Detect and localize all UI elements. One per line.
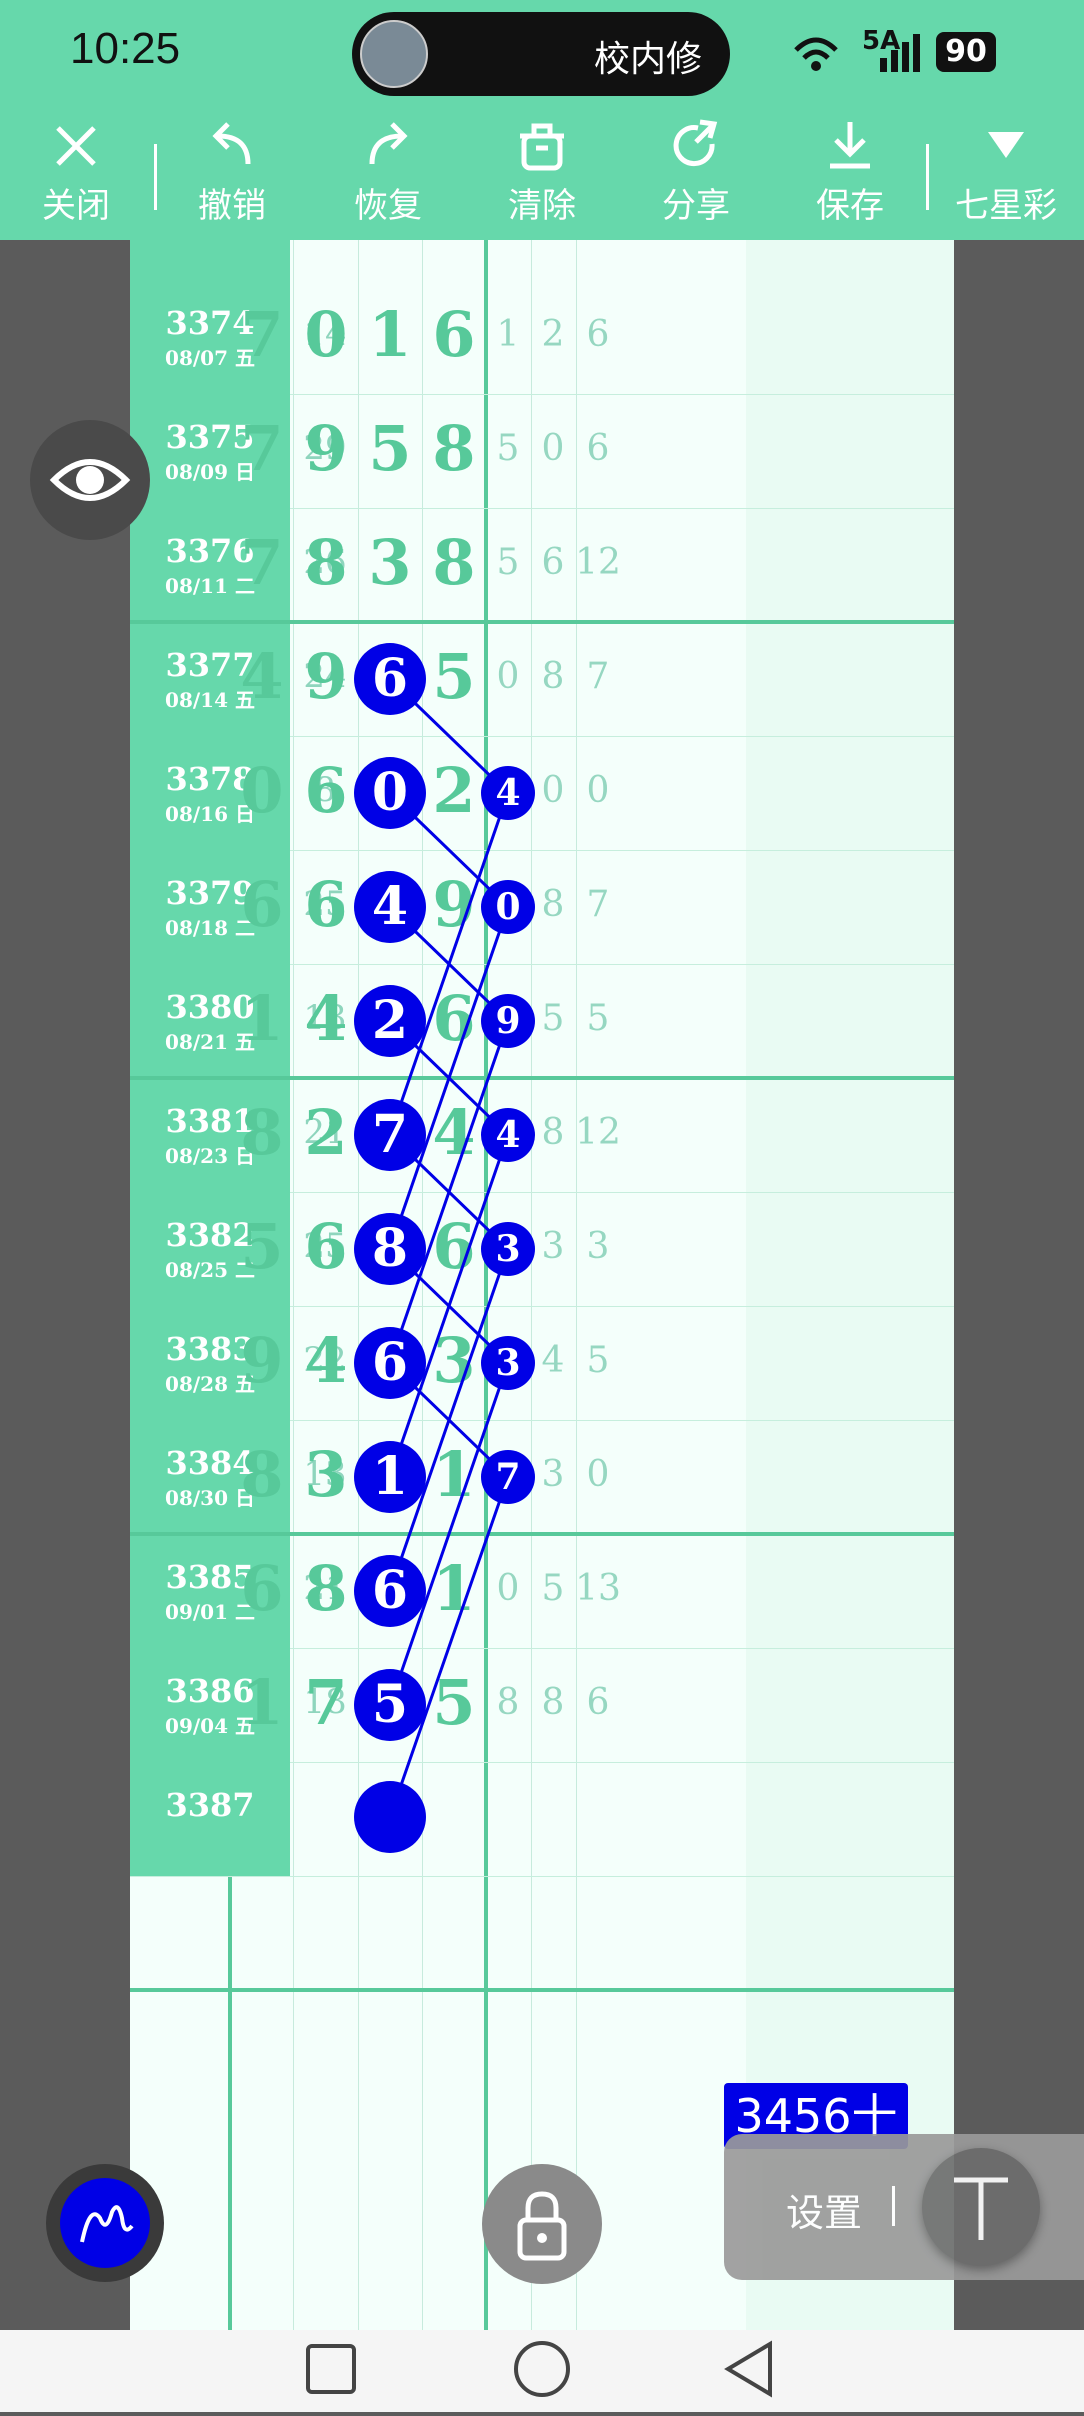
close-icon [56, 126, 96, 166]
trash-icon [520, 123, 564, 171]
triangle-down-icon [988, 132, 1024, 158]
settings-panel[interactable]: 设置 [724, 2134, 1084, 2280]
lottery-label: 七星彩 [955, 186, 1057, 226]
clock: 10:25 [70, 24, 181, 73]
visibility-toggle[interactable] [30, 420, 150, 540]
marker-ball-small[interactable]: 0 [481, 880, 535, 934]
connector-line [388, 1476, 510, 1818]
undo-label: 撤销 [198, 186, 266, 226]
marker-ball[interactable]: 6 [354, 643, 426, 715]
lock-button[interactable] [482, 2164, 602, 2284]
pen-tool-button[interactable] [46, 2164, 164, 2282]
redo-label: 恢复 [354, 186, 422, 226]
text-t-icon [954, 2177, 1008, 2240]
toolbar: 关闭 撤销 恢复 清除 分享 保存 七星彩 [0, 108, 1084, 240]
undo-button[interactable]: 撤销 [172, 118, 292, 238]
marker-ball[interactable]: 4 [354, 871, 426, 943]
marker-ball[interactable]: 6 [354, 1327, 426, 1399]
redo-icon [369, 122, 408, 165]
divider [892, 2186, 895, 2226]
marker-ball-small[interactable]: 9 [481, 994, 535, 1048]
save-label: 保存 [816, 186, 884, 226]
download-icon [830, 122, 870, 169]
clear-button[interactable]: 清除 [482, 118, 602, 238]
redo-button[interactable]: 恢复 [328, 118, 448, 238]
clear-label: 清除 [508, 186, 576, 226]
lottery-chart-sheet[interactable]: 3374 08/07 五 14 7 0 1 6 1 2 6 3375 08/09 日 29 7 9 5 8 5 0 6… [130, 240, 954, 2330]
marker-ball[interactable]: 1 [354, 1441, 426, 1513]
drawing-overlay[interactable] [130, 240, 954, 2330]
marker-ball[interactable]: 5 [354, 1669, 426, 1741]
marker-ball-small[interactable]: 7 [481, 1450, 535, 1504]
network-type: 5A [862, 26, 901, 56]
wifi-signal-icon [794, 34, 920, 72]
system-nav-bar [0, 2330, 1084, 2412]
connector-line [388, 1248, 510, 1592]
marker-ball[interactable]: 7 [354, 1099, 426, 1171]
connector-line [388, 906, 510, 1250]
lock-icon [517, 2191, 567, 2261]
connector-line [388, 1020, 510, 1364]
home-icon [514, 2341, 570, 2397]
marker-ball-small[interactable]: 3 [481, 1336, 535, 1390]
text-tool-button[interactable] [922, 2148, 1040, 2266]
recent-apps-icon [306, 2344, 356, 2394]
connector-line [388, 1134, 510, 1478]
marker-ball-small[interactable]: 4 [481, 1108, 535, 1162]
marker-ball[interactable]: 8 [354, 1213, 426, 1285]
pen-icon [80, 2205, 134, 2243]
nav-icons [306, 2340, 772, 2398]
divider [154, 144, 157, 210]
signal-icons [790, 28, 930, 83]
marker-ball[interactable]: 0 [354, 757, 426, 829]
close-button[interactable]: 关闭 [16, 118, 136, 238]
share-icon [673, 119, 718, 167]
notification-pill[interactable]: 校内修 [352, 12, 730, 96]
back-icon [724, 2340, 772, 2398]
marker-ball[interactable]: 2 [354, 985, 426, 1057]
marker-ball[interactable]: 6 [354, 1555, 426, 1627]
connector-line [388, 1362, 510, 1706]
divider [926, 144, 929, 210]
pen-color-swatch [60, 2178, 150, 2268]
lottery-dropdown[interactable]: 七星彩 [946, 118, 1066, 238]
settings-label[interactable]: 设置 [786, 2182, 862, 2237]
battery-icon: 90 [936, 32, 996, 72]
undo-icon [212, 122, 251, 165]
connector-line [388, 792, 510, 1136]
marker-ball[interactable] [354, 1781, 426, 1853]
marker-ball-small[interactable]: 4 [481, 766, 535, 820]
eye-icon [49, 459, 131, 501]
status-bar: 10:25 校内修 5A 90 [0, 0, 1084, 108]
marker-ball-small[interactable]: 3 [481, 1222, 535, 1276]
save-button[interactable]: 保存 [790, 118, 910, 238]
share-button[interactable]: 分享 [636, 118, 756, 238]
share-label: 分享 [662, 186, 730, 226]
close-label: 关闭 [42, 186, 110, 226]
notification-text: 校内修 [593, 39, 702, 80]
app-avatar [360, 20, 428, 88]
